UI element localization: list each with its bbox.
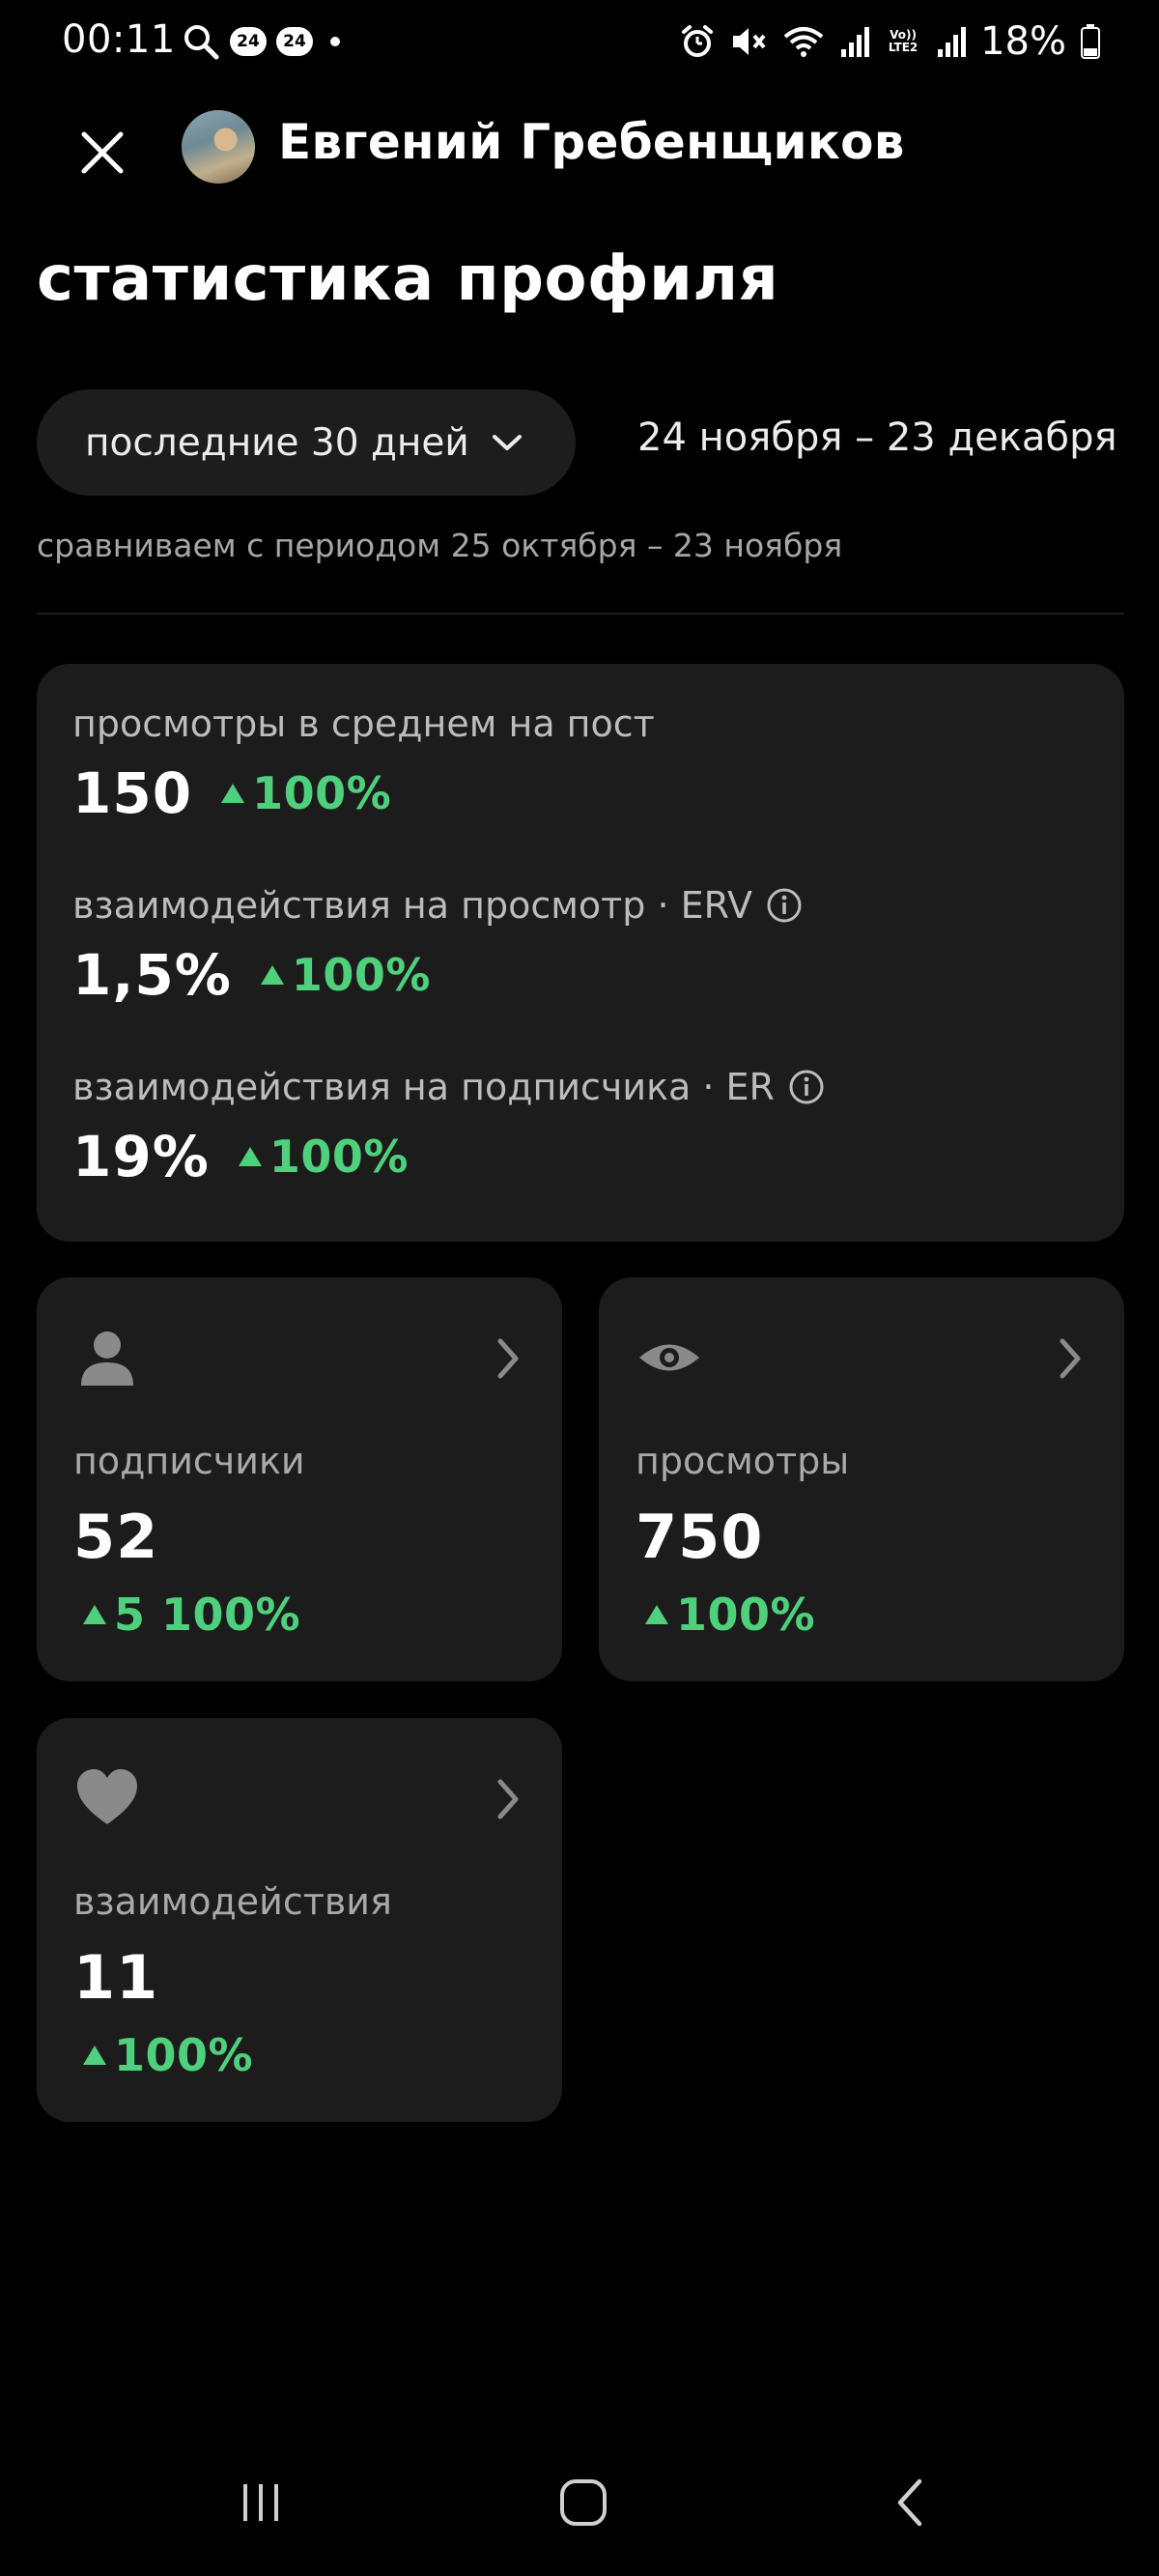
chevron-right-icon (497, 1338, 519, 1379)
page-title: статистика профиля (37, 243, 779, 315)
eye-icon (639, 1344, 699, 1371)
metric-label-er: взаимодействия на подписчика · ER (72, 1066, 825, 1108)
wifi-icon (783, 27, 824, 57)
close-button[interactable] (71, 122, 133, 184)
chevron-right-icon (1060, 1338, 1081, 1379)
comparison-period-text: сравниваем с периодом 25 октября – 23 но… (37, 527, 843, 564)
metric-erv: 1,5% 100% (72, 942, 431, 1008)
period-label: последние 30 дней (85, 420, 469, 465)
metric-label-erv: взаимодействия на просмотр · ERV (72, 884, 803, 927)
period-dropdown[interactable]: последние 30 дней (37, 389, 576, 496)
arrow-up-icon (83, 1605, 106, 1624)
tile-label: подписчики (73, 1440, 305, 1482)
metric-value: 1,5% (72, 942, 232, 1008)
avatar[interactable] (182, 110, 255, 184)
engagement-summary-card: просмотры в среднем на пост 150 100% вза… (37, 664, 1124, 1242)
metric-delta: 100% (221, 767, 391, 819)
recent-apps-icon (243, 2484, 278, 2521)
system-navigation-bar (0, 2454, 1159, 2551)
interactions-tile[interactable]: взаимодействия 11 100% (37, 1718, 562, 2122)
signal-icon (938, 27, 967, 57)
battery-icon (1081, 24, 1100, 59)
notification-badge-24: 24 (230, 27, 267, 56)
person-icon (81, 1331, 133, 1386)
alarm-icon (682, 25, 714, 57)
recent-apps-button[interactable] (222, 2474, 299, 2532)
back-button[interactable] (871, 2474, 948, 2532)
notification-badge-24: 24 (276, 27, 313, 56)
chevron-down-icon (492, 435, 522, 450)
metric-delta: 100% (260, 949, 431, 1001)
status-bar: 00:11 24 24 Vo)) LTE2 18% (0, 0, 1159, 87)
profile-name[interactable]: Евгений Гребенщиков (278, 114, 905, 170)
tile-label: просмотры (636, 1440, 850, 1482)
tile-value: 750 (636, 1502, 764, 1572)
arrow-up-icon (83, 2046, 106, 2065)
arrow-up-icon (645, 1605, 668, 1624)
battery-percentage: 18% (980, 19, 1066, 64)
metric-label-avg-views: просмотры в среднем на пост (72, 702, 655, 745)
status-system-icons: Vo)) LTE2 18% (679, 17, 1101, 66)
search-icon (184, 25, 219, 60)
info-icon[interactable] (766, 887, 803, 924)
metric-delta: 100% (238, 1131, 409, 1183)
tile-delta: 5 100% (83, 1589, 300, 1641)
arrow-up-icon (221, 784, 245, 803)
mute-icon (733, 28, 766, 55)
heart-icon (77, 1769, 137, 1824)
close-icon (81, 131, 124, 174)
home-icon (560, 2479, 607, 2526)
tile-value: 52 (73, 1502, 159, 1572)
metric-value: 19% (72, 1124, 210, 1189)
chevron-right-icon (497, 1779, 519, 1819)
views-tile[interactable]: просмотры 750 100% (599, 1277, 1124, 1681)
metric-er: 19% 100% (72, 1124, 409, 1189)
status-notification-icons: 24 24 (182, 19, 340, 64)
status-time: 00:11 (62, 17, 176, 62)
tile-label: взаимодействия (73, 1880, 392, 1923)
followers-tile[interactable]: подписчики 52 5 100% (37, 1277, 562, 1681)
info-icon[interactable] (788, 1069, 825, 1105)
divider (37, 613, 1124, 615)
tile-delta: 100% (645, 1589, 815, 1641)
tile-value: 11 (73, 1942, 159, 2013)
more-notifications-dot-icon (330, 37, 340, 46)
signal-icon (841, 27, 870, 57)
date-range: 24 ноября – 23 декабря (637, 415, 1117, 460)
volte-lte-label: Vo)) LTE2 (888, 28, 919, 54)
arrow-up-icon (260, 965, 284, 985)
tile-delta: 100% (83, 2029, 253, 2081)
arrow-up-icon (238, 1147, 262, 1166)
home-button[interactable] (545, 2474, 622, 2532)
back-icon (897, 2478, 922, 2527)
metric-avg-views: 150 100% (72, 760, 391, 826)
metric-value: 150 (72, 760, 193, 826)
